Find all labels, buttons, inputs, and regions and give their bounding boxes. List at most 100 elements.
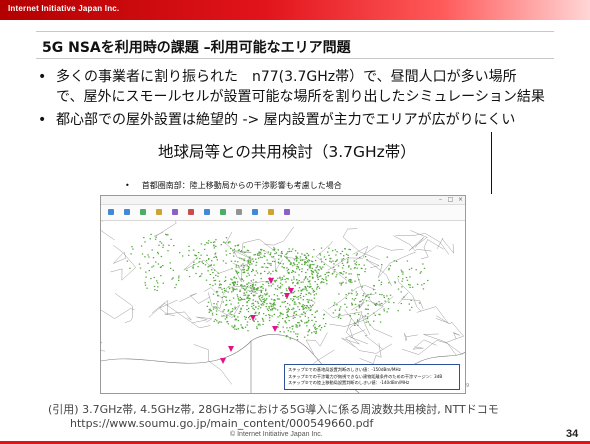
zoom-out-icon[interactable] <box>121 207 133 218</box>
coverage-dot <box>240 324 242 326</box>
close-icon[interactable]: × <box>457 197 464 203</box>
coverage-dot <box>306 264 309 266</box>
coverage-dot <box>420 271 422 273</box>
coverage-dot <box>281 266 283 268</box>
coverage-dot <box>333 263 335 265</box>
coverage-dot <box>340 253 342 255</box>
coverage-dot <box>294 295 296 297</box>
coverage-dot <box>229 299 231 301</box>
coverage-dot <box>285 281 287 283</box>
settings-icon[interactable] <box>233 207 245 218</box>
coverage-dot <box>249 298 251 300</box>
coverage-dot <box>328 247 330 249</box>
coverage-dot <box>291 325 293 327</box>
coverage-dot <box>393 302 395 304</box>
coverage-dot <box>267 262 269 264</box>
coverage-dot <box>347 261 349 263</box>
print-icon[interactable] <box>265 207 277 218</box>
coverage-dot <box>287 278 289 280</box>
coverage-dot <box>308 259 310 261</box>
coverage-dot <box>361 286 364 288</box>
coverage-dot <box>226 321 228 323</box>
coverage-dot <box>160 242 163 244</box>
coverage-dot <box>236 281 239 283</box>
coverage-dot <box>277 249 279 251</box>
coverage-dot <box>294 250 297 252</box>
coverage-dot <box>131 246 133 248</box>
maximize-icon[interactable]: □ <box>447 197 454 203</box>
ruler-icon[interactable] <box>153 207 165 218</box>
coverage-dot <box>296 282 298 284</box>
coverage-dot <box>283 331 285 333</box>
coverage-dot <box>226 317 228 319</box>
coverage-dot <box>311 332 313 334</box>
coverage-dot <box>379 303 381 305</box>
coverage-dot <box>316 310 318 312</box>
coverage-dot <box>266 292 268 294</box>
coverage-dot <box>387 308 390 310</box>
coverage-dot <box>225 262 227 264</box>
coverage-dot <box>367 304 369 306</box>
coverage-dot <box>325 258 327 261</box>
coverage-dot <box>376 302 378 304</box>
coverage-dot <box>238 299 240 301</box>
coverage-dot <box>224 318 227 320</box>
coverage-dot <box>155 236 157 238</box>
coverage-dot <box>272 303 274 306</box>
coverage-dot <box>306 299 308 301</box>
coverage-dot <box>288 259 290 261</box>
marker-icon[interactable] <box>185 207 197 218</box>
coverage-dot <box>287 268 290 270</box>
coverage-dot <box>211 269 213 271</box>
coverage-dot <box>347 257 349 259</box>
coverage-dot <box>285 336 288 338</box>
export-icon[interactable] <box>249 207 261 218</box>
coverage-dot <box>235 319 238 321</box>
coverage-dot <box>223 287 225 290</box>
coverage-dot <box>338 315 340 317</box>
coverage-dot <box>233 252 235 254</box>
coverage-dot <box>274 288 277 290</box>
coverage-dot <box>244 318 247 320</box>
coverage-dot <box>381 294 383 296</box>
coverage-dot <box>258 254 260 256</box>
coverage-dot <box>286 302 289 305</box>
figure-caption: • 首都圏南部：陸上移動局からの干渉影響も考慮した場合 <box>125 180 342 191</box>
coverage-dot <box>252 258 254 260</box>
coverage-dot <box>326 280 328 282</box>
coverage-dot <box>372 289 375 291</box>
coverage-dot <box>173 245 175 247</box>
coverage-dot <box>220 244 222 246</box>
coverage-dot <box>205 242 208 244</box>
coverage-dot <box>301 263 303 265</box>
coverage-dot <box>255 306 257 308</box>
coverage-dot <box>389 294 392 296</box>
layer-icon[interactable] <box>137 207 149 218</box>
coverage-dot <box>242 267 245 269</box>
coverage-dot <box>265 306 267 308</box>
select-icon[interactable] <box>169 207 181 218</box>
coverage-dot <box>314 259 317 262</box>
coverage-dot <box>379 321 382 323</box>
grid-icon[interactable] <box>201 207 213 218</box>
minimize-icon[interactable]: – <box>437 197 444 203</box>
coverage-dot <box>270 303 272 305</box>
coverage-dot <box>261 297 263 299</box>
coverage-dot <box>268 314 270 316</box>
citation-url[interactable]: https://www.soumu.go.jp/main_content/000… <box>70 417 373 431</box>
coverage-dot <box>253 308 255 311</box>
coverage-dot <box>246 324 248 326</box>
coverage-dot <box>237 319 240 322</box>
coverage-dot <box>259 324 261 326</box>
coverage-dot <box>292 265 294 267</box>
coverage-dot <box>216 259 218 261</box>
coverage-dot <box>394 282 397 284</box>
help-icon[interactable] <box>281 207 293 218</box>
map-icon[interactable] <box>217 207 229 218</box>
zoom-in-icon[interactable] <box>105 207 117 218</box>
coverage-dot <box>323 263 325 265</box>
coverage-dot <box>291 271 293 273</box>
coverage-dot <box>302 304 304 306</box>
coverage-dot <box>242 263 244 265</box>
coverage-dot <box>301 253 303 255</box>
